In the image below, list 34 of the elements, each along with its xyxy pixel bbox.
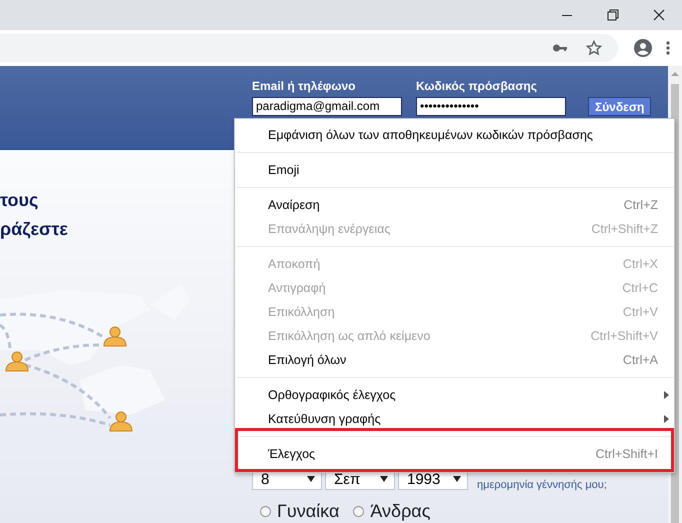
shortcut-text: Ctrl+Z [624, 198, 658, 212]
shortcut-text: Ctrl+Shift+Z [591, 222, 658, 236]
menu-item[interactable]: Κατεύθυνση γραφής [235, 407, 674, 431]
headline-text: τους [0, 190, 40, 211]
password-label: Κωδικός πρόσβασης [416, 79, 538, 93]
menu-item[interactable]: Εμφάνιση όλων των αποθηκευμένων κωδικών πρόσβασης [235, 123, 674, 147]
shortcut-text: Ctrl+C [622, 281, 658, 295]
more-menu-icon[interactable] [666, 40, 670, 56]
shortcut-text: Ctrl+A [622, 353, 658, 367]
submenu-arrow-icon [664, 415, 668, 423]
headline-text: ράζεστε [0, 219, 69, 240]
shortcut-text: Ctrl+V [622, 305, 658, 319]
star-icon[interactable] [586, 40, 602, 56]
email-field[interactable]: paradigma@gmail.com [252, 97, 402, 116]
submenu-arrow-icon [664, 391, 668, 399]
gender-radio[interactable]: Γυναίκα [260, 501, 340, 522]
menu-item[interactable]: Έλεγχος Ctrl+Shift+I [238, 442, 671, 466]
email-label: Email ή τηλέφωνο [252, 79, 357, 93]
restore-icon[interactable] [605, 7, 621, 23]
account-icon[interactable] [634, 39, 652, 57]
dropdown-arrow-icon [453, 476, 461, 482]
menu-item[interactable]: Επιλογή όλων Ctrl+A [235, 348, 674, 372]
shortcut-text: Ctrl+Shift+I [595, 447, 658, 461]
dropdown-arrow-icon [380, 476, 388, 482]
gender-radio[interactable]: Άνδρας [353, 501, 430, 522]
shortcut-text: Ctrl+Shift+V [590, 329, 658, 343]
password-field[interactable]: •••••••••••••• [416, 97, 566, 116]
close-icon[interactable] [651, 7, 667, 23]
dropdown-arrow-icon [307, 476, 315, 482]
menu-item[interactable]: Emoji [235, 158, 674, 182]
shortcut-text: Ctrl+X [622, 257, 658, 271]
menu-item[interactable]: Ορθογραφικός έλεγχος [235, 383, 674, 407]
menu-item[interactable]: Αναίρεση Ctrl+Z [235, 193, 674, 217]
login-button[interactable]: Σύνδεση [588, 97, 652, 116]
